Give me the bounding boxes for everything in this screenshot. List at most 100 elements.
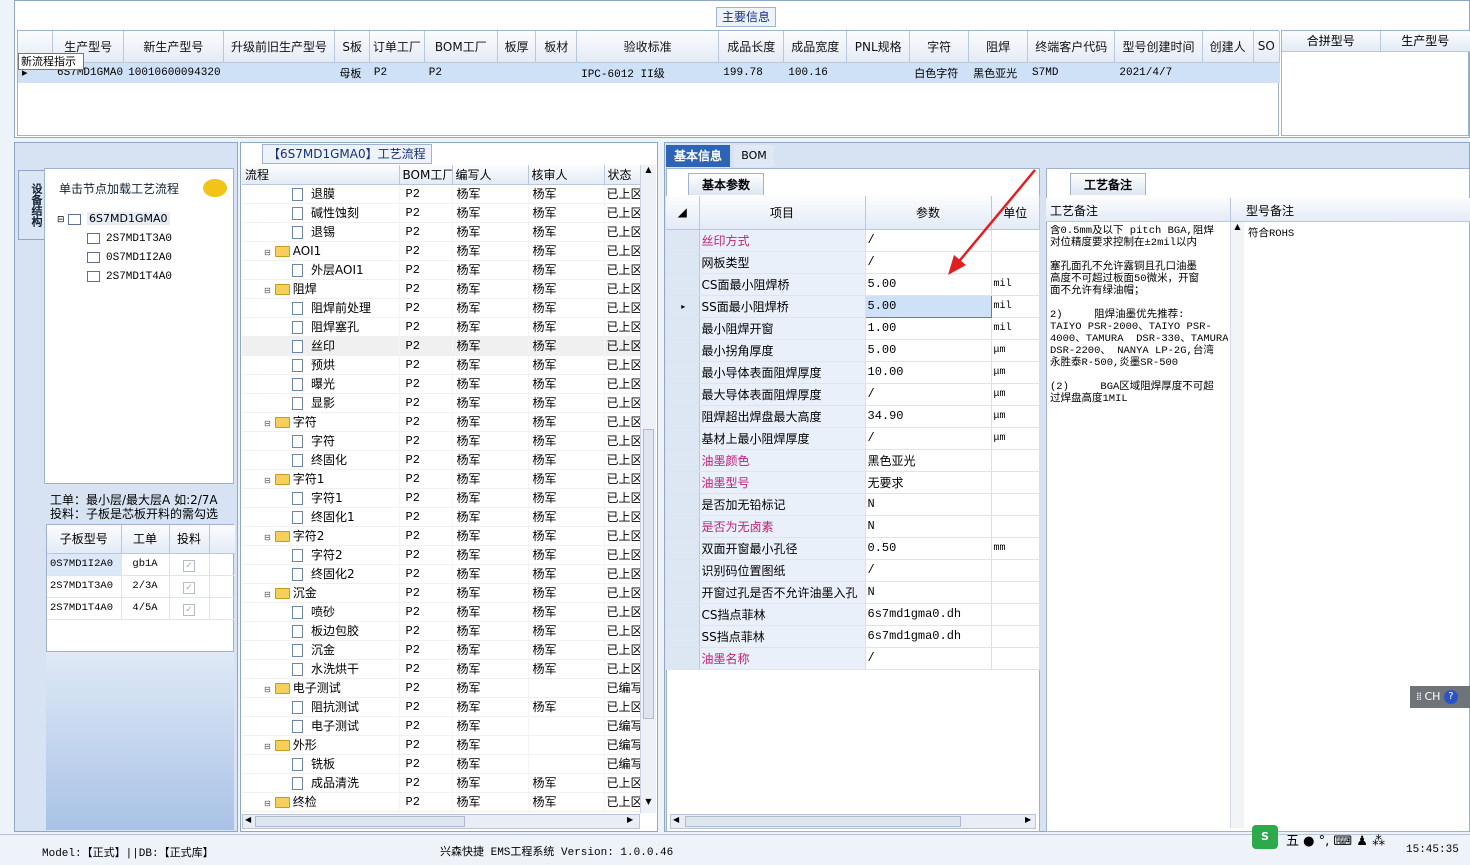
param-value[interactable]: 无要求 [865,471,992,494]
collapse-icon[interactable]: ⊟ [264,533,271,542]
param-value[interactable]: 0.50 [865,537,992,560]
param-row-header[interactable] [666,251,700,274]
cell-top-5[interactable]: P2 [424,62,498,83]
param-row-header[interactable] [666,537,700,560]
flow-row[interactable]: 字符2 P2 杨军 杨军 已上区 [242,545,640,565]
cell-top-8[interactable]: IPC-6012 II级 [576,62,720,83]
param-row[interactable]: 双面开窗最小孔径 0.50 mm [666,537,1040,560]
ime-wubi-indicator[interactable]: 五 ● °, ⌨ ♟ ⁂ [1286,830,1385,849]
flow-row[interactable]: 字符 P2 杨军 杨军 已上区 [242,431,640,451]
param-row[interactable]: 油墨名称 / [666,647,1040,670]
param-row-header[interactable] [666,603,700,626]
col-top-9[interactable]: 成品长度 [718,31,785,63]
flow-row[interactable]: 终固化2 P2 杨军 杨军 已上区 [242,564,640,584]
sub-board-row[interactable]: 2S7MD1T3A0 2/3A ✓ [47,575,235,598]
cell-top-6[interactable] [497,62,537,83]
cell-top-4[interactable]: P2 [369,62,425,83]
tab-basic-info[interactable]: 基本信息 [666,145,730,167]
param-value[interactable]: 黑色亚光 [865,449,992,472]
param-row[interactable]: 阻焊超出焊盘最大高度 34.90 μm [666,405,1040,428]
flow-row[interactable]: 终固化1 P2 杨军 杨军 已上区 [242,507,640,527]
param-row[interactable]: 是否加无铅标记 N [666,493,1040,516]
tab-equipment-structure[interactable]: 设备结构 [18,170,44,240]
param-row-header[interactable] [666,405,700,428]
flow-row[interactable]: ⊟ 阻焊 P2 杨军 杨军 已上区 [242,279,640,299]
col-top-5[interactable]: BOM工厂 [424,31,498,63]
col-order[interactable]: 工单 [121,525,170,554]
param-value[interactable]: N [865,493,992,516]
param-row-header[interactable] [666,515,700,538]
param-row-header[interactable] [666,383,700,406]
merge-prod-model-col[interactable]: 生产型号 [1380,31,1470,52]
collapse-icon[interactable]: ⊟ [264,248,271,257]
col-sub-model[interactable]: 子板型号 [47,525,122,554]
notes-vscrollbar[interactable]: ▲ [1230,222,1244,828]
param-value[interactable]: / [865,427,992,450]
param-row[interactable]: 是否为无卤素 N [666,515,1040,538]
col-top-3[interactable]: S板 [334,31,370,63]
param-row-header[interactable] [666,317,700,340]
tab-bom[interactable]: BOM [734,145,774,167]
sub-board-row[interactable]: 0S7MD1I2A0 gb1A ✓ [47,553,235,576]
param-row-header[interactable] [666,361,700,384]
flow-row[interactable]: 电子测试 P2 杨军 已编写 [242,716,640,736]
tree-child[interactable]: 2S7MD1T3A0 [45,228,233,247]
col-top-2[interactable]: 升级前旧生产型号 [223,31,336,63]
param-value[interactable]: / [865,647,992,670]
collapse-icon[interactable]: ⊟ [264,685,271,694]
col-top-6[interactable]: 板厚 [497,31,537,63]
param-row-header[interactable] [666,647,700,670]
col-flow-3[interactable]: 核审人 [528,165,605,185]
param-row-header[interactable] [666,581,700,604]
param-row[interactable]: 最小阻焊开窗 1.00 mil [666,317,1040,340]
cell-top-15[interactable]: 2021/4/7 [1114,62,1203,83]
param-value[interactable]: / [865,559,992,582]
flow-row[interactable]: ⊟ 沉金 P2 杨军 杨军 已上区 [242,583,640,603]
flow-row[interactable]: ⊟ 字符 P2 杨军 杨军 已上区 [242,412,640,432]
param-value[interactable]: 6s7md1gma0.dh [865,603,992,626]
tab-basic-params[interactable]: 基本参数 [688,173,764,195]
col-flow-2[interactable]: 编写人 [452,165,529,185]
param-row-header[interactable] [666,229,700,252]
flow-row[interactable]: 铣板 P2 杨军 已编写 [242,754,640,774]
cell-top-7[interactable] [535,62,578,83]
col-top-16[interactable]: 创建人 [1202,31,1254,63]
flow-row[interactable]: 退锡 P2 杨军 杨军 已上区 [242,222,640,242]
col-top-10[interactable]: 成品宽度 [783,31,848,63]
flow-row[interactable]: 退膜 P2 杨军 杨军 已上区 [242,184,640,204]
col-top-1[interactable]: 新生产型号 [123,31,224,63]
param-row-header[interactable] [666,427,700,450]
flow-row[interactable]: 水洗烘干 P2 杨军 杨军 已上区 [242,659,640,679]
param-value[interactable]: 1.00 [865,317,992,340]
param-row-header[interactable] [666,273,700,296]
param-value[interactable]: 6s7md1gma0.dh [865,625,992,648]
param-row-header[interactable] [666,471,700,494]
param-hscrollbar[interactable]: ◀ ▶ [670,814,1036,829]
sogou-ime-icon[interactable]: S [1252,825,1278,849]
param-row-header[interactable] [666,449,700,472]
param-value[interactable]: N [865,515,992,538]
process-notes-text[interactable]: 含0.5mm及以下 pitch BGA,阻焊 对位精度要求控制在±2mil以内 塞孔… [1050,225,1228,405]
col-top-7[interactable]: 板材 [535,31,578,63]
flow-row[interactable]: 阻焊塞孔 P2 杨军 杨军 已上区 [242,317,640,337]
param-value[interactable]: 5.00 [865,339,992,362]
col-flow-4[interactable]: 状态 [604,165,640,185]
sub-model[interactable]: 0S7MD1I2A0 [47,553,122,576]
param-row[interactable]: 基材上最小阻焊厚度 / μm [666,427,1040,450]
cell-top-13[interactable]: 黑色亚光 [968,62,1029,83]
param-row-header[interactable] [666,625,700,648]
param-row[interactable]: 最小导体表面阻焊厚度 10.00 μm [666,361,1040,384]
sub-order[interactable]: 2/3A [121,575,170,598]
col-top-12[interactable]: 字符 [909,31,970,63]
help-icon[interactable]: ? [1443,690,1458,704]
col-top-13[interactable]: 阻焊 [968,31,1029,63]
col-top-14[interactable]: 终端客户代码 [1027,31,1116,63]
col-top-11[interactable]: PNL规格 [846,31,911,63]
param-value[interactable]: 10.00 [865,361,992,384]
sub-order[interactable]: gb1A [121,553,170,576]
flow-row[interactable]: 喷砂 P2 杨军 杨军 已上区 [242,602,640,622]
collapse-icon[interactable]: ⊟ [264,799,271,808]
cell-top-17[interactable] [1253,62,1280,83]
flow-row[interactable]: ⊟ 电子测试 P2 杨军 已编写 [242,678,640,698]
param-value[interactable]: 34.90 [865,405,992,428]
